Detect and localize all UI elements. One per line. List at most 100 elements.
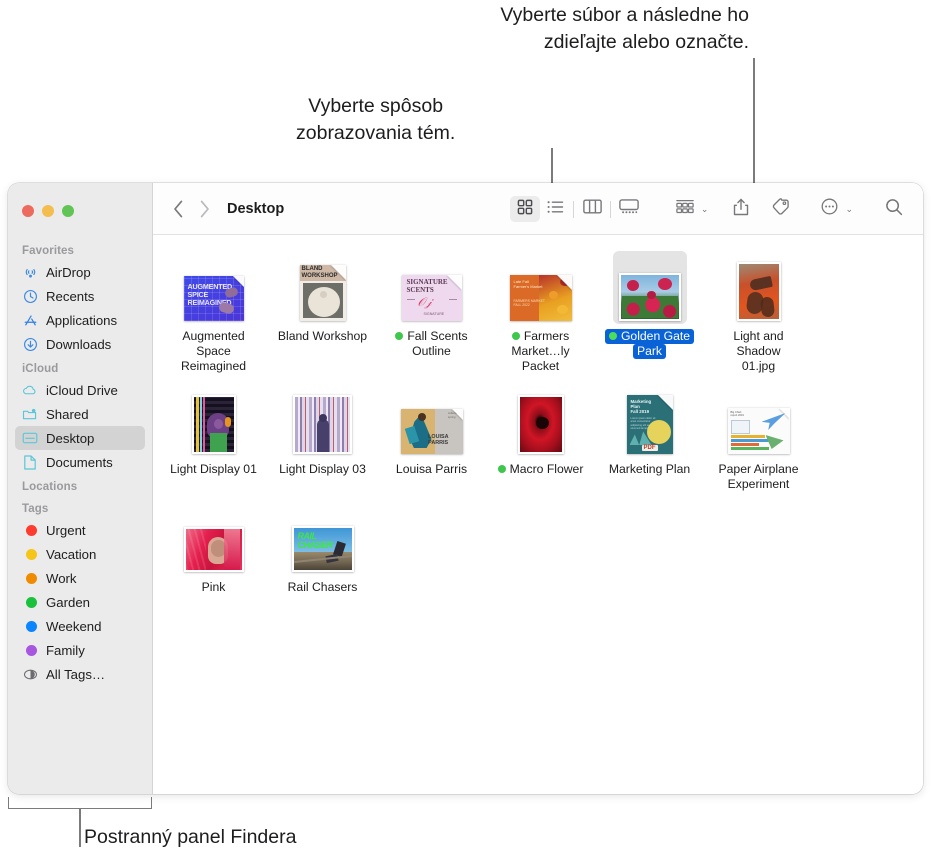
group-by-button[interactable] [670,196,700,222]
tag-dot-icon [22,642,38,658]
tag-dot-icon [22,618,38,634]
sidebar-item-label: Downloads [46,336,112,352]
sidebar-tag-garden[interactable]: Garden [15,590,145,614]
file-thumbnail[interactable] [178,502,250,575]
toolbar-divider [610,200,611,218]
file-item[interactable]: SIGNATURE SCENTS 𝒪𝒿 SIGNATURE Fall Scents… [377,247,486,374]
file-item-selected[interactable]: Golden Gate Park [595,247,704,374]
sidebar-item-label: Urgent [46,522,86,538]
column-view-button[interactable] [577,196,607,222]
file-item[interactable]: Late Fall Farmer's Market FARMERS MARKET F… [486,247,595,374]
file-item[interactable]: LOUISA PARRIS collection spring Louisa Par… [377,380,486,492]
share-button[interactable] [726,196,756,222]
callout-sidebar: Postranný panel Findera [84,826,297,848]
applications-icon [22,312,38,328]
sidebar-item-icloud-drive[interactable]: iCloud Drive [15,378,145,402]
file-thumbnail[interactable]: Late Fall Farmer's Market FARMERS MARKET F… [504,251,578,324]
sidebar-tag-weekend[interactable]: Weekend [15,614,145,638]
minimize-button[interactable] [42,205,54,217]
file-item[interactable]: AUGMENTED SPICE REIMAGINED Augmented Space… [159,247,268,374]
more-actions-button[interactable] [814,196,844,222]
file-item[interactable]: Big Chart report 2019 Paper Airplane Expe… [704,380,813,492]
chevron-down-icon[interactable]: ⌄ [845,204,853,214]
tag-button[interactable] [766,196,796,222]
sidebar-tag-all-tags[interactable]: All Tags… [15,662,145,686]
file-name: Louisa Parris [395,462,468,476]
file-thumbnail[interactable]: SIGNATURE SCENTS 𝒪𝒿 SIGNATURE [396,251,468,324]
sidebar-item-desktop[interactable]: Desktop [15,426,145,450]
file-name: Bland Workshop [277,329,368,343]
file-thumbnail[interactable]: RAIL CHASER [286,502,360,575]
file-thumbnail[interactable]: Marketing Plan Fall 2019 Lorem ipsum dolor… [621,384,679,457]
file-item[interactable]: Marketing Plan Fall 2019 Lorem ipsum dolor… [595,380,704,492]
leader-line-share-tag [753,58,755,190]
file-thumbnail[interactable] [612,251,687,324]
file-grid[interactable]: AUGMENTED SPICE REIMAGINED Augmented Space… [153,235,923,794]
sidebar-item-label: AirDrop [46,264,91,280]
file-item[interactable]: Light and Shadow 01.jpg [704,247,813,374]
sidebar-item-shared[interactable]: Shared [15,402,145,426]
file-name: Light and Shadow 01.jpg [733,329,784,373]
search-icon [885,198,903,221]
file-thumbnail[interactable]: Big Chart report 2019 [722,384,796,457]
file-thumbnail[interactable]: LOUISA PARRIS collection spring [395,384,469,457]
file-item[interactable]: Light Display 01 [159,380,268,492]
file-item[interactable]: BLAND WORKSHOP Bland Workshop [268,247,377,374]
close-button[interactable] [22,205,34,217]
list-view-button[interactable] [540,196,570,222]
sidebar-tag-family[interactable]: Family [15,638,145,662]
back-button[interactable] [165,196,191,222]
file-name: Light Display 03 [279,462,366,476]
file-item[interactable]: Macro Flower [486,380,595,492]
sidebar-item-documents[interactable]: Documents [15,450,145,474]
file-thumbnail[interactable] [287,384,358,457]
search-button[interactable] [879,196,909,222]
clock-icon [22,288,38,304]
file-thumbnail[interactable] [512,384,570,457]
finder-toolbar: Desktop ⌄ ⌄ [153,183,923,235]
sidebar-tag-urgent[interactable]: Urgent [15,518,145,542]
bracket-sidebar [8,797,152,809]
gallery-view-button[interactable] [614,196,644,222]
cloud-icon [22,382,38,398]
sidebar-item-applications[interactable]: Applications [15,308,145,332]
tag-dot-icon [22,522,38,538]
gallery-icon [619,199,639,219]
file-name: Fall Scents Outline [391,329,471,359]
file-thumbnail[interactable]: AUGMENTED SPICE REIMAGINED [178,251,250,324]
toolbar-divider [573,200,575,218]
sidebar-item-recents[interactable]: Recents [15,284,145,308]
sidebar-scroll-area[interactable]: Favorites AirDrop Recents Applications D… [8,238,152,794]
sidebar-section-tags: Tags [22,503,49,515]
sidebar-section-favorites: Favorites [22,245,75,257]
tag-dot-icon [22,570,38,586]
sidebar-item-downloads[interactable]: Downloads [15,332,145,356]
list-icon [547,199,564,220]
airdrop-icon [22,264,38,280]
forward-button[interactable] [191,196,217,222]
sidebar-tag-work[interactable]: Work [15,566,145,590]
ellipsis-icon [821,198,838,220]
sidebar-item-label: Work [46,570,77,586]
file-name: Light Display 01 [170,462,257,476]
sidebar-tag-vacation[interactable]: Vacation [15,542,145,566]
tag-dot-icon [22,546,38,562]
file-thumbnail[interactable] [186,384,242,457]
sidebar-item-airdrop[interactable]: AirDrop [15,260,145,284]
tag-dot-icon [22,594,38,610]
chevron-down-icon[interactable]: ⌄ [701,204,709,214]
grid-icon [517,199,533,220]
file-item[interactable]: Pink [159,498,268,595]
file-item[interactable]: Light Display 03 [268,380,377,492]
file-item[interactable]: RAIL CHASER Rail Chasers [268,498,377,595]
file-thumbnail[interactable]: BLAND WORKSHOP [294,251,352,324]
file-thumbnail[interactable] [731,251,787,324]
sidebar-item-label: iCloud Drive [46,382,118,398]
tag-dot-icon [497,465,506,473]
file-name: Augmented Space Reimagined [180,329,247,373]
maximize-button[interactable] [62,205,74,217]
sidebar-section-icloud: iCloud [22,363,59,375]
document-icon [22,454,38,470]
icon-view-button[interactable] [510,196,541,222]
sidebar-section-locations: Locations [22,481,78,493]
